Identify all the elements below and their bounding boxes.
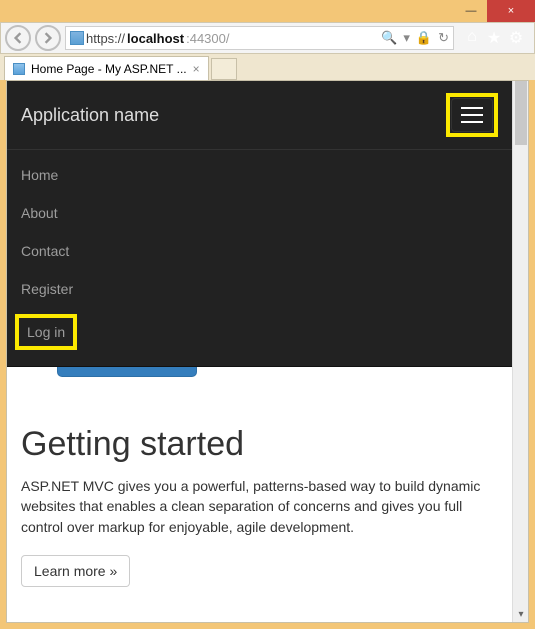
hamburger-bar-icon [461, 114, 483, 116]
address-host: localhost [127, 31, 184, 46]
window-minimize-button[interactable]: — [455, 0, 487, 22]
window-close-button[interactable]: × [487, 0, 535, 22]
address-protocol: https:// [86, 31, 125, 46]
hero-remnant [21, 367, 498, 385]
nav-item-contact[interactable]: Contact [7, 232, 512, 270]
new-tab-button[interactable] [211, 58, 237, 80]
window-titlebar: — × [0, 0, 535, 22]
browser-viewport: Application name Home About Contact Regi… [6, 80, 529, 623]
home-icon[interactable]: ⌂ [464, 28, 480, 48]
nav-list: Home About Contact Register Log in [7, 150, 512, 356]
hamburger-bar-icon [461, 107, 483, 109]
nav-item-login[interactable]: Log in [15, 314, 77, 350]
page-content: Application name Home About Contact Regi… [7, 81, 512, 622]
dropdown-icon[interactable]: ▾ [403, 30, 410, 46]
hamburger-highlight [446, 93, 498, 137]
tab-title: Home Page - My ASP.NET ... [31, 62, 187, 76]
section-heading: Getting started [21, 425, 498, 464]
learn-more-button[interactable]: Learn more » [21, 555, 130, 587]
scroll-thumb[interactable] [515, 81, 527, 145]
nav-item-home[interactable]: Home [7, 156, 512, 194]
forward-button[interactable] [35, 25, 61, 51]
browser-toolbar: https://localhost:44300/ 🔍 ▾ 🔒 ↻ ⌂ ★ ⚙ [0, 22, 535, 54]
refresh-icon[interactable]: ↻ [438, 30, 449, 46]
tab-close-icon[interactable]: × [193, 62, 200, 76]
nav-item-login-wrap: Log in [7, 308, 512, 356]
site-navbar: Application name Home About Contact Regi… [7, 81, 512, 367]
lock-icon: 🔒 [416, 30, 432, 46]
vertical-scrollbar[interactable]: ▴ ▾ [512, 81, 528, 622]
tab-strip: Home Page - My ASP.NET ... × [0, 54, 535, 80]
hamburger-button[interactable] [451, 98, 493, 132]
search-icon[interactable]: 🔍 [381, 30, 397, 46]
back-button[interactable] [5, 25, 31, 51]
nav-item-about[interactable]: About [7, 194, 512, 232]
hamburger-bar-icon [461, 121, 483, 123]
settings-icon[interactable]: ⚙ [508, 28, 524, 48]
brand-label[interactable]: Application name [21, 105, 159, 126]
section-body: ASP.NET MVC gives you a powerful, patter… [21, 476, 498, 537]
address-bar[interactable]: https://localhost:44300/ 🔍 ▾ 🔒 ↻ [65, 26, 454, 50]
hero-button-remnant [57, 367, 197, 377]
scroll-down-icon[interactable]: ▾ [513, 606, 529, 622]
nav-item-register[interactable]: Register [7, 270, 512, 308]
favorites-icon[interactable]: ★ [486, 28, 502, 48]
getting-started-section: Getting started ASP.NET MVC gives you a … [7, 385, 512, 597]
site-icon [70, 31, 84, 45]
address-rest: :44300/ [186, 31, 229, 46]
browser-tab[interactable]: Home Page - My ASP.NET ... × [4, 56, 209, 80]
favicon-icon [13, 63, 25, 75]
